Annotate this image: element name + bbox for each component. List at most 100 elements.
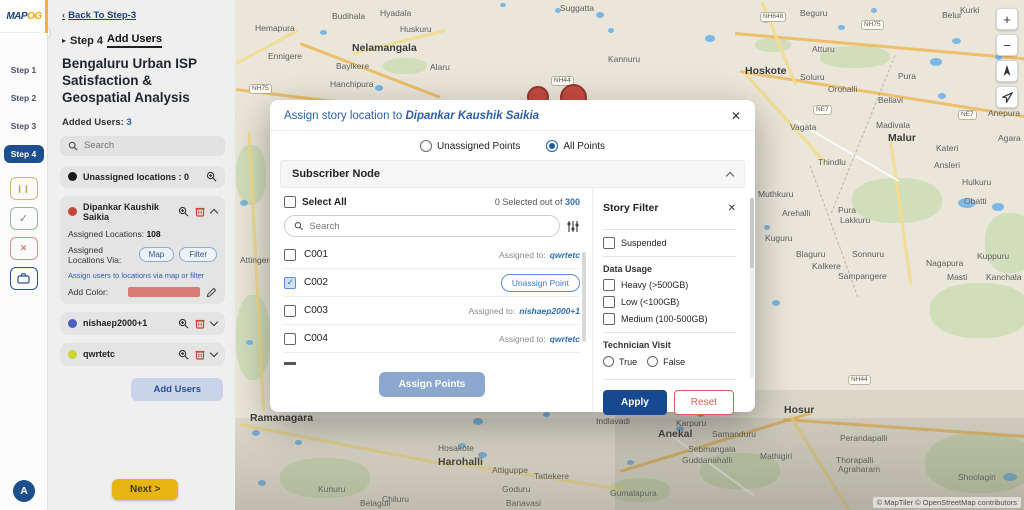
search-input[interactable]	[84, 140, 204, 152]
app-root: Hemapura Budihala Hyadala Huskuru Nelamangal…	[0, 0, 1024, 510]
expand-user-button[interactable]	[209, 317, 219, 327]
step-nav-item[interactable]: Step 3	[4, 117, 44, 135]
map-place-label: Huskuru	[400, 24, 432, 34]
usage-checkbox-option[interactable]: Medium (100-500GB)	[603, 313, 736, 325]
expand-user-button[interactable]	[209, 348, 219, 358]
assign-points-button[interactable]: Assign Points	[378, 372, 486, 397]
confirm-button[interactable]: ✓	[9, 207, 38, 230]
zoom-to-unassigned-button[interactable]	[206, 171, 217, 182]
collapse-user-button[interactable]	[209, 207, 219, 218]
user-avatar[interactable]: A	[13, 480, 35, 502]
row-checkbox[interactable]	[284, 332, 296, 345]
map-place-label: Budihala	[332, 11, 366, 21]
add-users-button[interactable]: Add Users	[131, 377, 223, 401]
subscriber-row[interactable]: C004 Assigned to: qwrtetc	[284, 325, 580, 353]
back-to-step3-link[interactable]: ‹ Back To Step-3	[62, 10, 136, 21]
map-place-label: Hosakote	[438, 443, 474, 453]
story-filter-title: Story Filter	[603, 202, 659, 214]
zoom-to-user-button[interactable]	[178, 318, 189, 329]
row-checkbox[interactable]	[284, 248, 296, 261]
technician-radio-option[interactable]: False	[647, 356, 685, 367]
modal-close-button[interactable]: ✕	[731, 109, 741, 123]
map-place-label: Bellavi	[878, 95, 904, 105]
filter-sliders-button[interactable]	[566, 220, 580, 233]
modal-title-user-name: Dipankar Kaushik Saikia	[405, 110, 540, 122]
reset-button[interactable]: Reset	[673, 390, 734, 415]
modal-search[interactable]	[284, 215, 560, 237]
modal-search-input[interactable]	[309, 220, 550, 232]
color-swatch[interactable]	[128, 287, 200, 298]
zoom-in-button[interactable]: +	[996, 8, 1018, 30]
radio-icon	[647, 356, 659, 367]
technician-visit-heading: Technician Visit	[603, 340, 671, 350]
map-place-label: Anepura	[988, 108, 1021, 118]
via-filter-button[interactable]: Filter	[179, 247, 217, 263]
select-all-checkbox[interactable]	[284, 196, 296, 208]
map-place-label: Ennigere	[268, 51, 303, 61]
toolbox-button[interactable]	[9, 267, 38, 290]
subscriber-row[interactable]: C003 Assigned to: nishaep2000+1	[284, 297, 580, 325]
map-place-label: Orohalli	[828, 84, 858, 94]
tab-add-users[interactable]: Add Users	[107, 33, 163, 48]
subscriber-node-header[interactable]: Subscriber Node	[280, 160, 745, 188]
points-radio-option[interactable]: Unassigned Points	[419, 140, 520, 152]
step-nav: Step 1 Step 2 Step 3 Step 4	[0, 61, 47, 163]
edit-color-button[interactable]	[206, 287, 217, 298]
filter-scrollbar[interactable]	[750, 198, 754, 378]
suspended-checkbox-option[interactable]: Suspended	[603, 237, 736, 249]
step-nav-item[interactable]: Step 4	[3, 145, 44, 163]
subscriber-row[interactable]: C001 Assigned to: qwrtetc	[284, 241, 580, 269]
zoom-in-magnifier-icon	[206, 172, 217, 182]
via-map-button[interactable]: Map	[138, 247, 175, 263]
compass-button[interactable]	[996, 60, 1018, 82]
zoom-to-user-button[interactable]	[178, 206, 189, 217]
trash-icon	[195, 319, 205, 329]
row-checkbox[interactable]	[284, 304, 296, 317]
assigned-to: Assigned to: qwrtetc	[498, 333, 580, 344]
user-card-header[interactable]: qwrtetc	[68, 348, 219, 360]
usage-checkbox-option[interactable]: Low (<100GB)	[603, 296, 736, 308]
map-attribution[interactable]: © MapTiler © OpenStreetMap contributors	[872, 497, 1021, 508]
radio-icon	[419, 140, 432, 152]
zoom-in-magnifier-icon	[178, 349, 189, 360]
story-filter-close-button[interactable]: ✕	[728, 203, 736, 214]
zoom-to-user-button[interactable]	[178, 349, 189, 360]
map-place-label: Suggatta	[560, 3, 595, 13]
user-card-header[interactable]: Dipankar Kaushik Saikia	[68, 202, 219, 222]
step-nav-item[interactable]: Step 1	[4, 61, 44, 79]
map-place-label: Arehalli	[782, 208, 811, 218]
app-logo[interactable]: MAP OG	[0, 0, 48, 33]
list-scrollbar[interactable]	[582, 252, 586, 342]
user-card-header[interactable]: nishaep2000+1	[68, 317, 219, 329]
map-place-label: Kuguru	[765, 233, 793, 243]
next-button[interactable]: Next >	[112, 479, 179, 500]
step-label: Step 4	[70, 34, 104, 47]
assigned-to: Assigned to: qwrtetc	[498, 249, 580, 260]
trash-icon	[195, 208, 205, 217]
user-name: nishaep2000+1	[83, 318, 148, 329]
assigned-locations: Assigned Locations: 108	[68, 228, 161, 239]
cancel-button[interactable]: ✕	[9, 237, 38, 260]
subscriber-id: C003	[304, 305, 328, 316]
delete-user-button[interactable]	[195, 349, 205, 360]
step-nav-item[interactable]: Step 2	[4, 89, 44, 107]
map-place-label: Thindlu	[818, 157, 846, 167]
unassigned-locations-row[interactable]: Unassigned locations : 0	[60, 165, 225, 188]
delete-user-button[interactable]	[195, 206, 205, 217]
map-controls: + −	[996, 8, 1018, 108]
unassign-point-button[interactable]: Unassign Point	[500, 273, 580, 292]
usage-checkbox-option[interactable]: Heavy (>500GB)	[603, 279, 736, 291]
pause-button[interactable]: ❙❙	[9, 177, 38, 200]
zoom-out-button[interactable]: −	[996, 34, 1018, 56]
chevron-up-icon	[209, 208, 219, 218]
technician-radio-option[interactable]: True	[603, 356, 637, 367]
delete-user-button[interactable]	[195, 318, 205, 329]
sidebar-search[interactable]	[60, 135, 225, 156]
map-place-label: Shoolagiri	[958, 472, 996, 482]
apply-button[interactable]: Apply	[603, 390, 667, 415]
subscriber-row[interactable]: C002 Unassign Point	[284, 269, 580, 297]
locate-button[interactable]	[996, 86, 1018, 108]
points-radio-option[interactable]: All Points	[546, 140, 605, 152]
row-checkbox[interactable]	[284, 276, 296, 289]
logo-text-map: MAP	[6, 10, 28, 22]
